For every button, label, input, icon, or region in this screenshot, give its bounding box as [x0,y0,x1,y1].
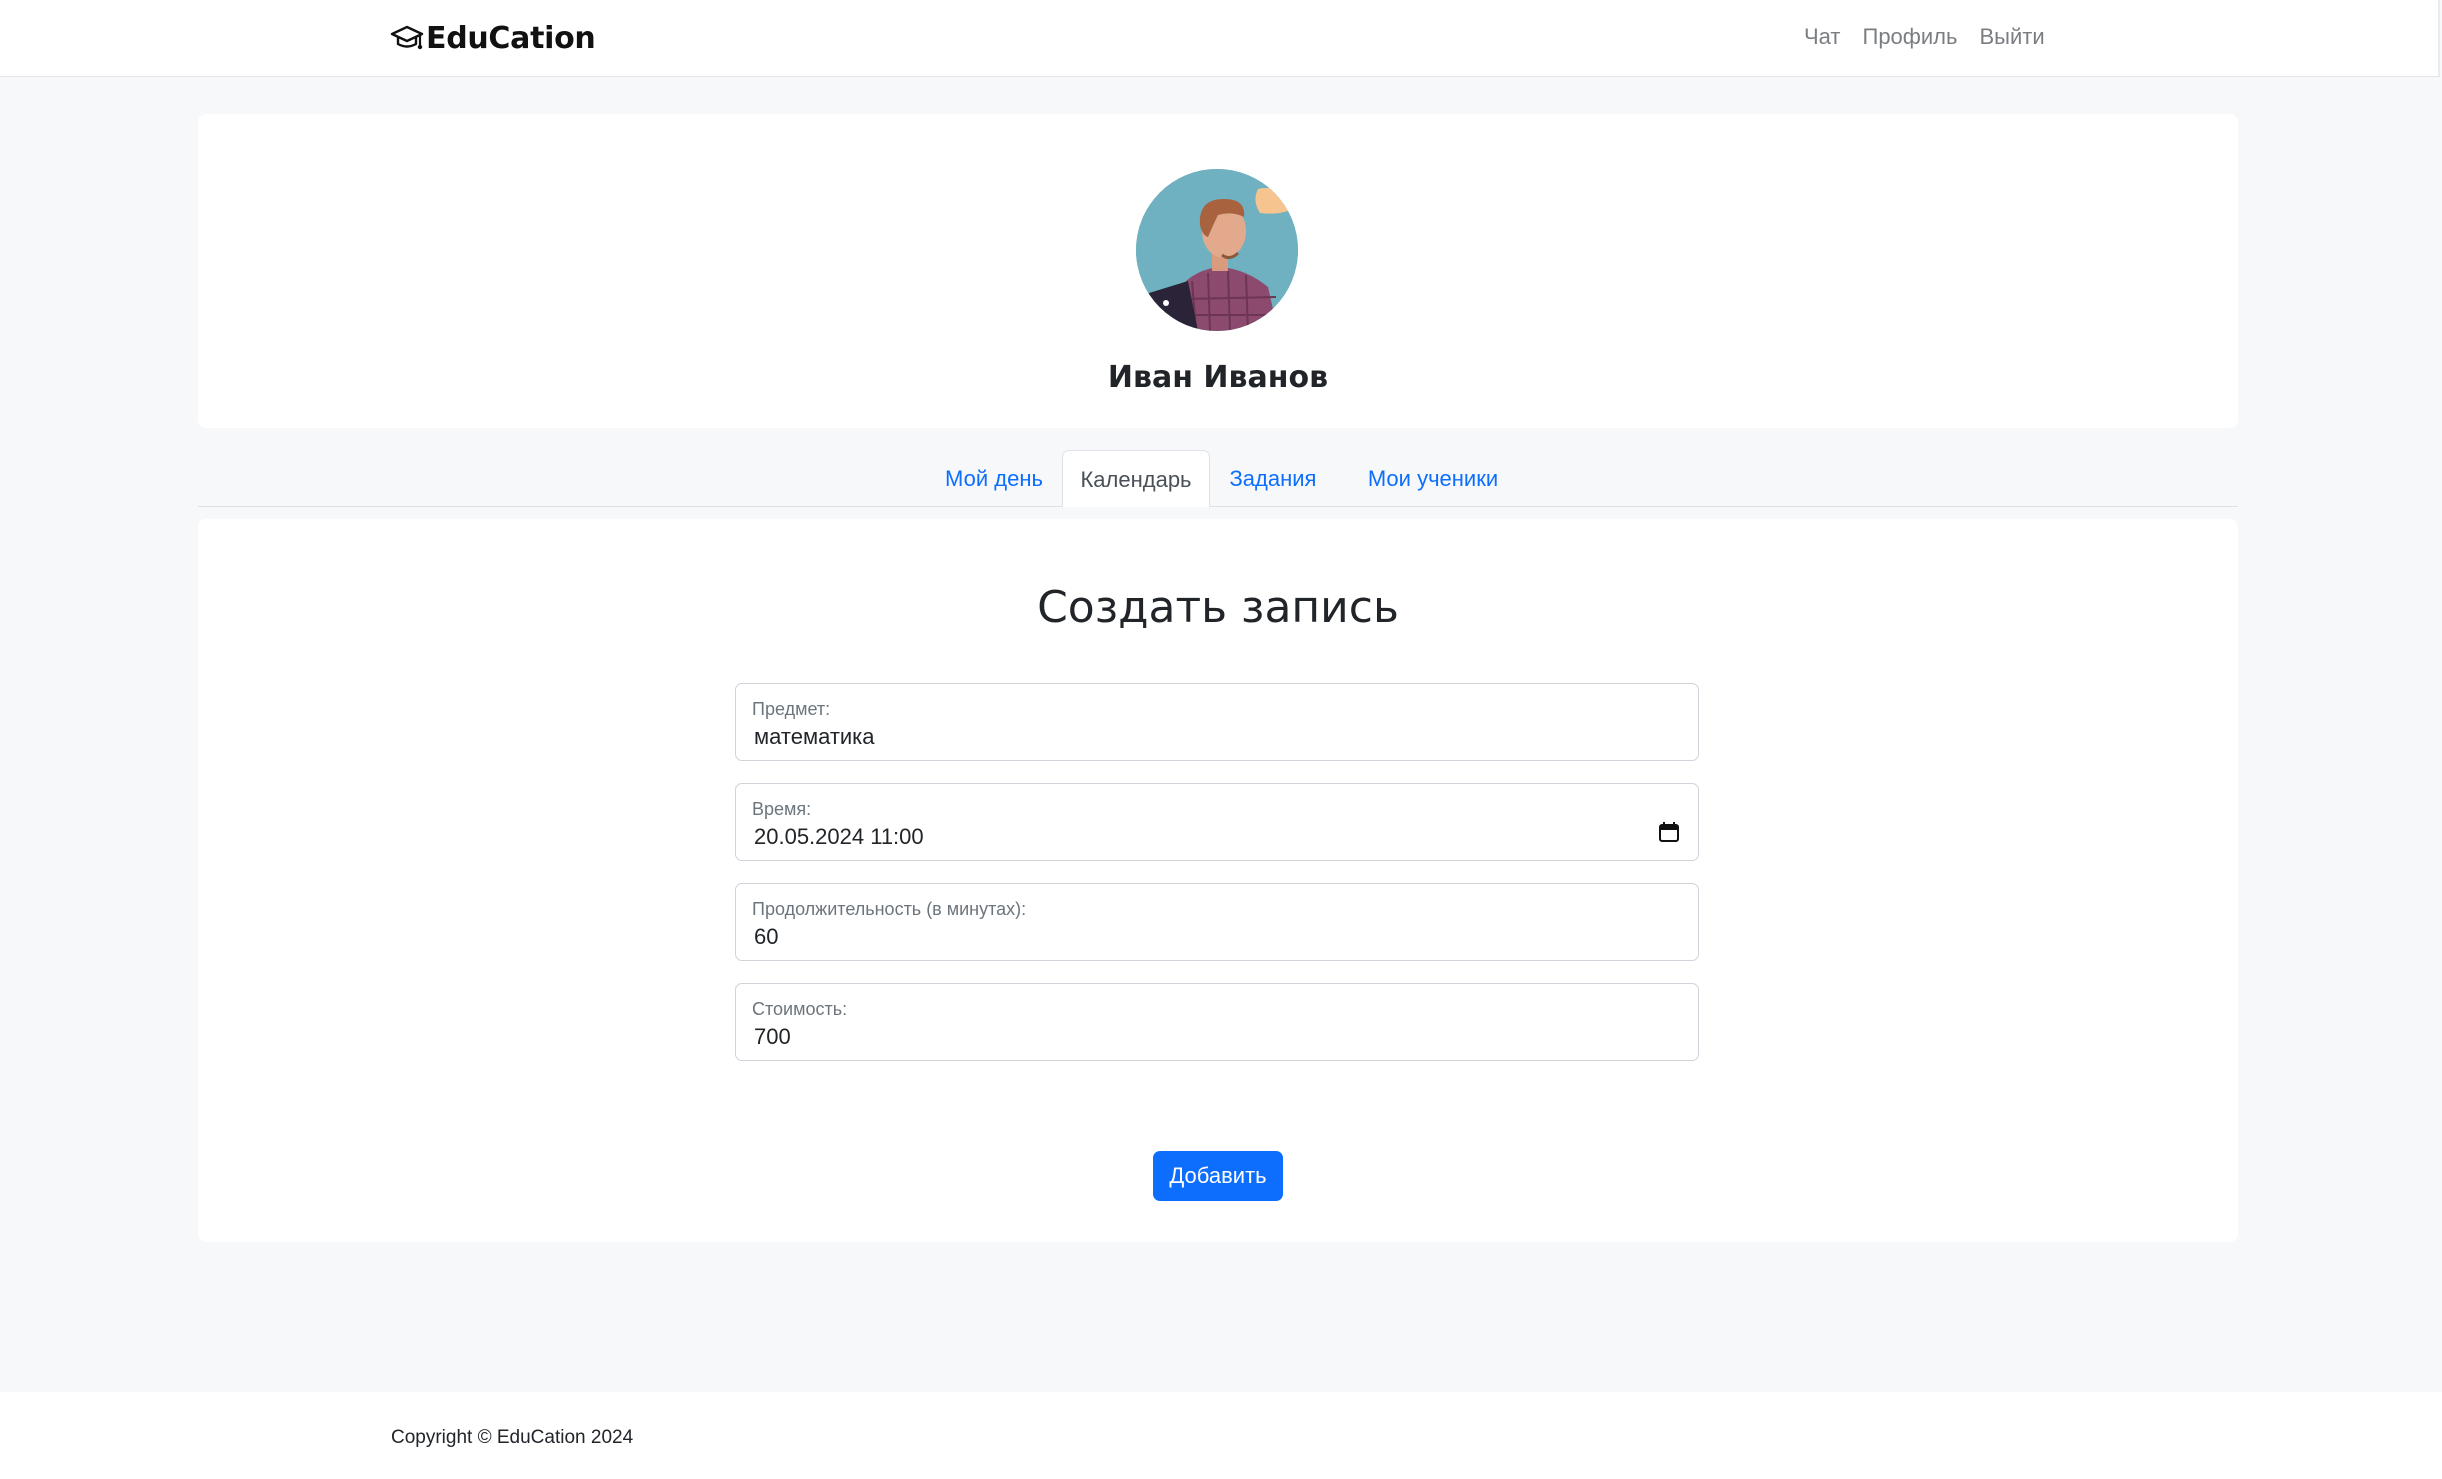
duration-value[interactable]: 60 [754,923,778,951]
brand-logo[interactable]: EduCation [390,16,596,60]
avatar-illustration [1136,169,1298,331]
profile-tabs: Мой день Календарь Задания Мои ученики [198,450,2238,507]
brand-name: EduCation [426,20,596,56]
price-field[interactable]: Стоимость: 700 [735,983,1699,1061]
nav-link-logout[interactable]: Выйти [1979,22,2044,52]
add-button[interactable]: Добавить [1153,1151,1283,1201]
footer-link-faded[interactable] [1927,1430,1953,1456]
avatar [1136,169,1298,331]
price-label: Стоимость: [752,999,848,1019]
tab-calendar[interactable]: Календарь [1062,450,1210,507]
tab-tasks[interactable]: Задания [1220,450,1326,506]
nav-link-chat[interactable]: Чат [1804,22,1841,52]
nav-link-profile[interactable]: Профиль [1863,22,1958,52]
tab-my-day[interactable]: Мой день [933,450,1055,506]
nav-links: Чат Профиль Выйти [1804,22,2045,52]
duration-field[interactable]: Продолжительность (в минутах): 60 [735,883,1699,961]
footer-link-faded[interactable] [1818,1430,1844,1456]
duration-label: Продолжительность (в минутах): [752,899,1027,919]
scrollbar-track[interactable] [2438,0,2440,76]
tab-my-students[interactable]: Мои ученики [1354,450,1512,506]
footer-links [1818,1430,1953,1456]
footer-link-faded[interactable] [1872,1430,1898,1456]
time-field[interactable]: Время: 20.05.2024 11:00 [735,783,1699,861]
subject-label: Предмет: [752,699,831,719]
subject-value[interactable]: математика [754,723,875,751]
footer [0,1392,2442,1479]
calendar-icon[interactable] [1658,821,1680,843]
price-value[interactable]: 700 [754,1023,791,1051]
profile-name: Иван Иванов [1107,360,1329,395]
graduation-cap-icon [390,25,424,50]
time-label: Время: [752,799,812,819]
top-navbar: EduCation Чат Профиль Выйти [0,0,2440,77]
form-title: Создать запись [1037,582,1399,633]
footer-copyright: Copyright © EduCation 2024 [391,1427,634,1448]
time-value[interactable]: 20.05.2024 11:00 [754,823,924,851]
subject-field[interactable]: Предмет: математика [735,683,1699,761]
